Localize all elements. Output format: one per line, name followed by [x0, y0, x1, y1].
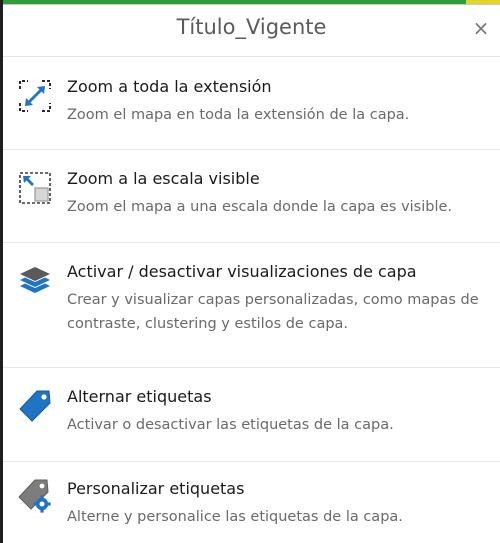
menu-item-zoom-extent[interactable]: Zoom a toda la extensión Zoom el mapa en…: [3, 57, 500, 150]
tag-settings-icon: [17, 478, 53, 514]
menu-item-description: Zoom el mapa a una escala donde la capa …: [67, 199, 453, 215]
menu-item-description: Zoom el mapa en toda la extensión de la …: [67, 107, 410, 123]
menu-item-title: Personalizar etiquetas: [67, 479, 245, 498]
layers-icon: [17, 263, 53, 299]
menu-item-title: Zoom a toda la extensión: [67, 77, 272, 96]
menu-item-text: Zoom a toda la extensión Zoom el mapa en…: [67, 76, 496, 127]
menu-item-description: Activar o desactivar las etiquetas de la…: [67, 417, 394, 433]
zoom-visible-scale-icon: [17, 170, 53, 206]
menu-item-text: Activar / desactivar visualizaciones de …: [67, 261, 496, 336]
panel-header: Título_Vigente ×: [3, 5, 500, 57]
zoom-extent-icon: [17, 78, 53, 114]
close-icon[interactable]: ×: [470, 17, 492, 39]
menu-item-text: Alternar etiquetas Activar o desactivar …: [67, 386, 496, 437]
layer-options-panel: Título_Vigente × Zoom a toda la extensió…: [3, 4, 500, 543]
menu-item-title: Alternar etiquetas: [67, 387, 212, 406]
menu-item-text: Personalizar etiquetas Alterne y persona…: [67, 478, 496, 529]
menu-item-description: Alterne y personalice las etiquetas de l…: [67, 509, 403, 525]
tag-icon: [17, 388, 53, 424]
menu-item-layer-visualizations[interactable]: Activar / desactivar visualizaciones de …: [3, 243, 500, 368]
menu-item-customize-labels[interactable]: Personalizar etiquetas Alterne y persona…: [3, 462, 500, 543]
menu-item-title: Activar / desactivar visualizaciones de …: [67, 262, 417, 281]
menu-item-title: Zoom a la escala visible: [67, 169, 260, 188]
menu-item-zoom-visible-scale[interactable]: Zoom a la escala visible Zoom el mapa a …: [3, 150, 500, 243]
menu-item-toggle-labels[interactable]: Alternar etiquetas Activar o desactivar …: [3, 368, 500, 462]
menu-item-description: Crear y visualizar capas personalizadas,…: [67, 292, 479, 332]
panel-title: Título_Vigente: [176, 15, 327, 39]
menu-item-text: Zoom a la escala visible Zoom el mapa a …: [67, 168, 496, 219]
layer-options-window: Título_Vigente × Zoom a toda la extensió…: [0, 0, 500, 543]
